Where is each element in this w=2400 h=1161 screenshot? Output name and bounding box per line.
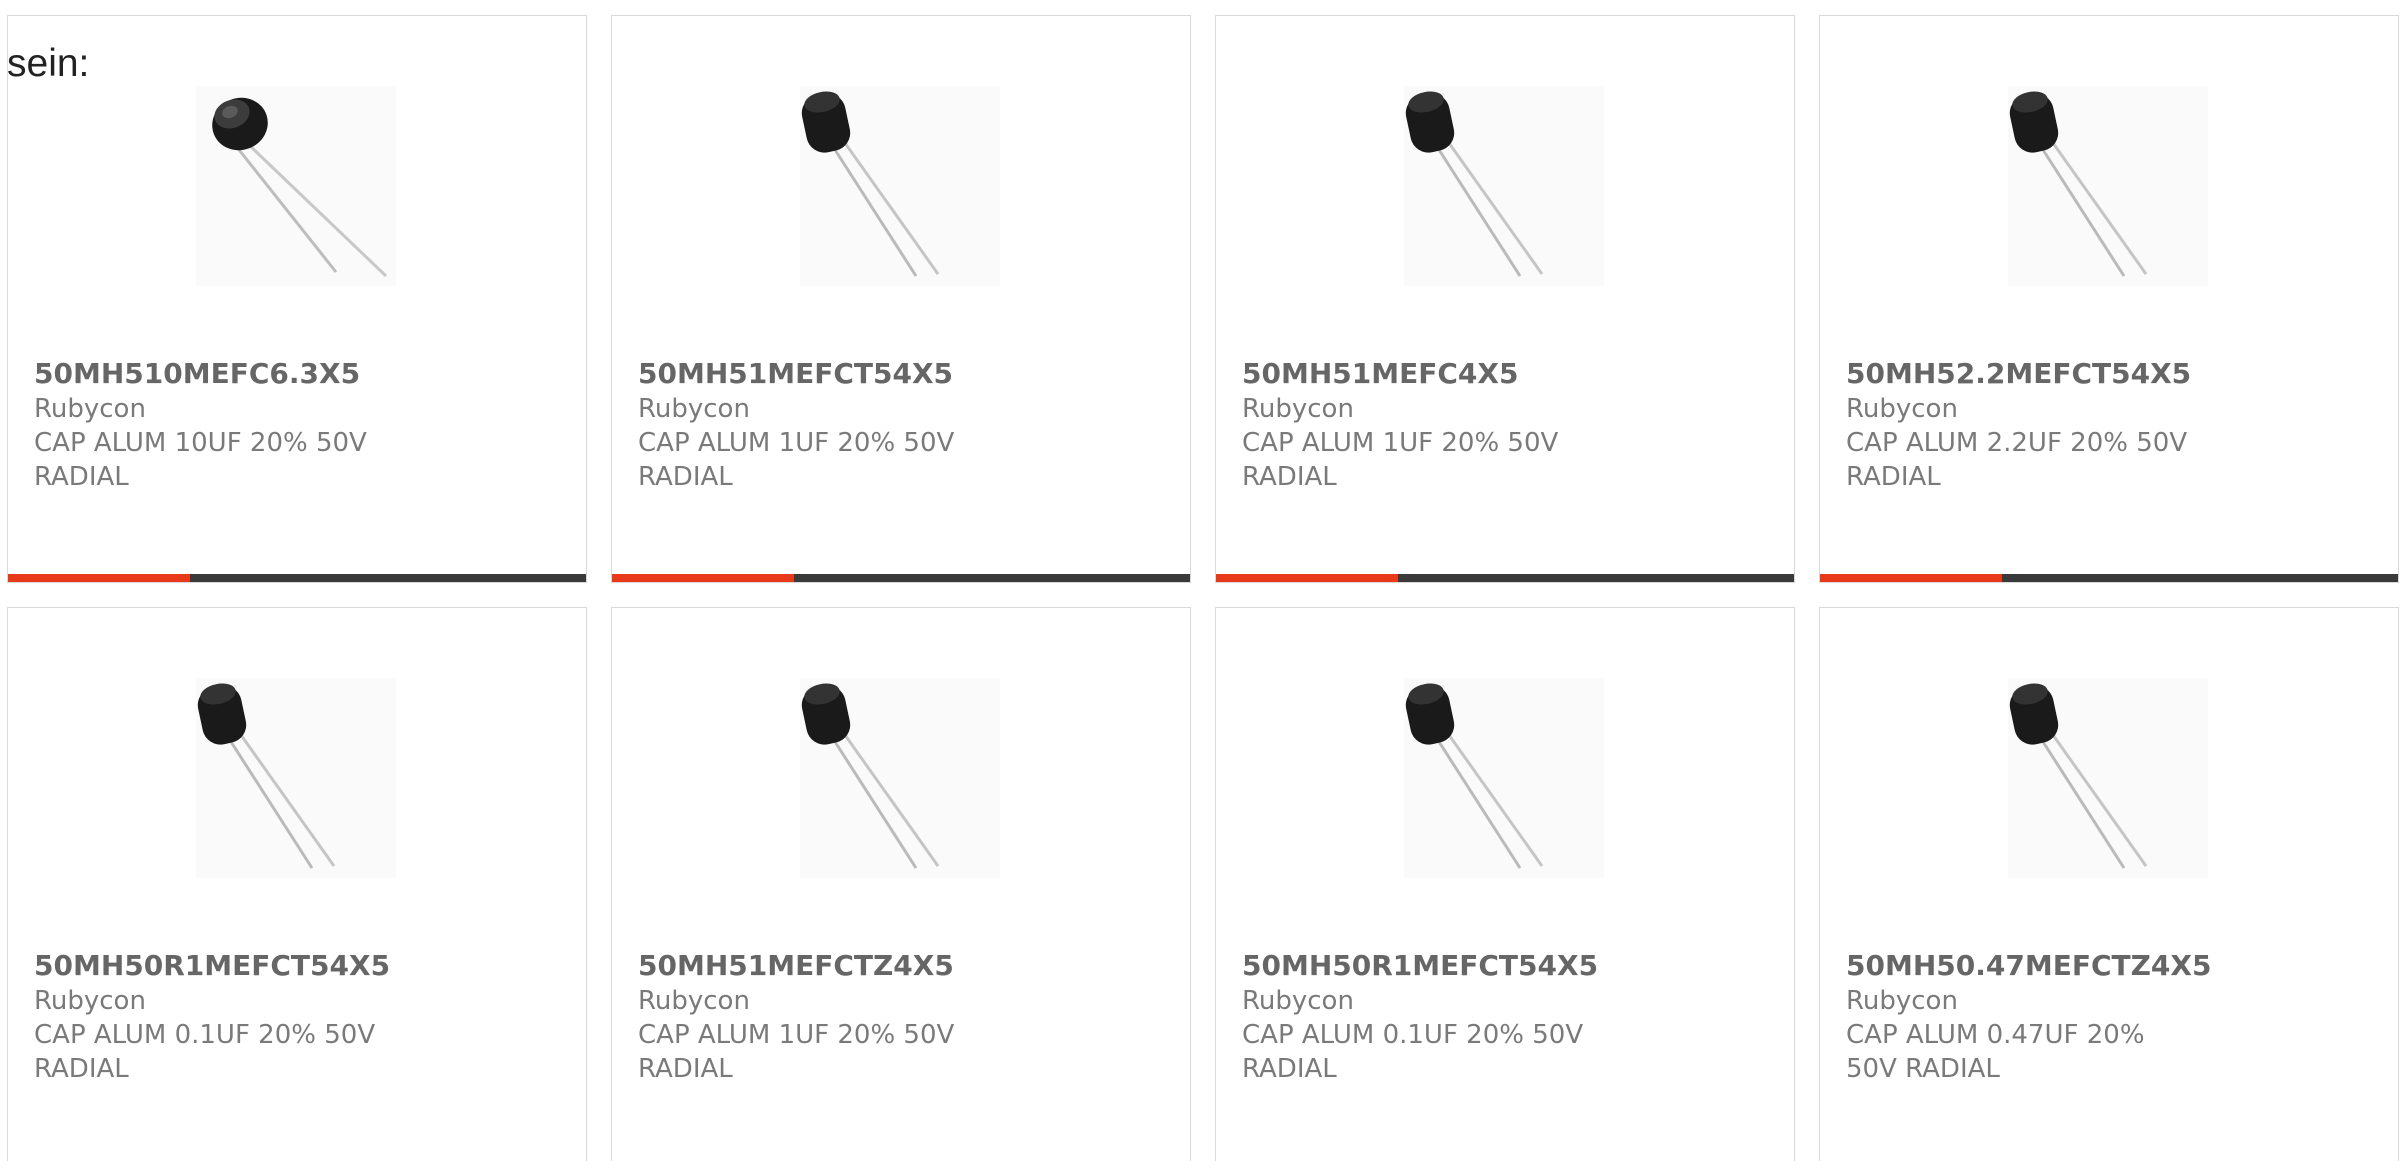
capacitor-image[interactable] [2008, 86, 2208, 286]
capacitor-icon [2009, 91, 2148, 277]
card-bar-accent [8, 574, 190, 582]
product-card[interactable]: 50MH50R1MEFCT54X5 Rubycon CAP ALUM 0.1UF… [1215, 607, 1795, 1161]
product-description: CAP ALUM 0.1UF 20% 50V RADIAL [34, 1020, 376, 1084]
product-info: 50MH50R1MEFCT54X5 Rubycon CAP ALUM 0.1UF… [34, 948, 390, 1086]
product-info: 50MH50.47MEFCTZ4X5 Rubycon CAP ALUM 0.47… [1846, 948, 2211, 1086]
card-bottom-bar [1820, 574, 2398, 582]
card-bottom-bar [8, 574, 586, 582]
card-bottom-bar [1216, 574, 1794, 582]
product-info: 50MH51MEFC4X5 Rubycon CAP ALUM 1UF 20% 5… [1242, 356, 1592, 494]
capacitor-icon [801, 91, 940, 277]
product-info: 50MH50R1MEFCT54X5 Rubycon CAP ALUM 0.1UF… [1242, 948, 1598, 1086]
card-bottom-bar [612, 574, 1190, 582]
card-bar-accent [1820, 574, 2002, 582]
capacitor-image[interactable] [196, 86, 396, 286]
product-description: CAP ALUM 0.1UF 20% 50V RADIAL [1242, 1020, 1584, 1084]
manufacturer: Rubycon [1242, 986, 1354, 1016]
product-info: 50MH52.2MEFCT54X5 Rubycon CAP ALUM 2.2UF… [1846, 356, 2196, 494]
capacitor-image[interactable] [2008, 678, 2208, 878]
part-number-link[interactable]: 50MH51MEFCTZ4X5 [638, 948, 988, 984]
product-description: CAP ALUM 1UF 20% 50V RADIAL [638, 1020, 955, 1084]
capacitor-icon [212, 97, 388, 278]
manufacturer: Rubycon [34, 394, 146, 424]
capacitor-image[interactable] [196, 678, 396, 878]
product-info: 50MH51MEFCT54X5 Rubycon CAP ALUM 1UF 20%… [638, 356, 988, 494]
manufacturer: Rubycon [34, 986, 146, 1016]
capacitor-image[interactable] [1404, 678, 1604, 878]
capacitor-image[interactable] [1404, 86, 1604, 286]
card-bar-accent [1216, 574, 1398, 582]
part-number-link[interactable]: 50MH52.2MEFCT54X5 [1846, 356, 2196, 392]
product-card[interactable]: 50MH510MEFC6.3X5 Rubycon CAP ALUM 10UF 2… [7, 15, 587, 583]
capacitor-icon [801, 683, 940, 869]
part-number-link[interactable]: 50MH50R1MEFCT54X5 [34, 948, 390, 984]
capacitor-icon [2009, 683, 2148, 869]
product-description: CAP ALUM 10UF 20% 50V RADIAL [34, 428, 367, 492]
product-info: 50MH51MEFCTZ4X5 Rubycon CAP ALUM 1UF 20%… [638, 948, 988, 1086]
product-card[interactable]: 50MH50R1MEFCT54X5 Rubycon CAP ALUM 0.1UF… [7, 607, 587, 1161]
capacitor-icon [197, 683, 336, 869]
product-card[interactable]: 50MH52.2MEFCT54X5 Rubycon CAP ALUM 2.2UF… [1819, 15, 2399, 583]
product-info: 50MH510MEFC6.3X5 Rubycon CAP ALUM 10UF 2… [34, 356, 384, 494]
product-description: CAP ALUM 1UF 20% 50V RADIAL [638, 428, 955, 492]
manufacturer: Rubycon [1242, 394, 1354, 424]
product-grid: 50MH510MEFC6.3X5 Rubycon CAP ALUM 10UF 2… [7, 15, 2399, 1161]
product-card[interactable]: 50MH50.47MEFCTZ4X5 Rubycon CAP ALUM 0.47… [1819, 607, 2399, 1161]
capacitor-image[interactable] [800, 678, 1000, 878]
manufacturer: Rubycon [638, 394, 750, 424]
product-description: CAP ALUM 1UF 20% 50V RADIAL [1242, 428, 1559, 492]
manufacturer: Rubycon [638, 986, 750, 1016]
part-number-link[interactable]: 50MH510MEFC6.3X5 [34, 356, 384, 392]
product-card[interactable]: 50MH51MEFC4X5 Rubycon CAP ALUM 1UF 20% 5… [1215, 15, 1795, 583]
part-number-link[interactable]: 50MH51MEFC4X5 [1242, 356, 1592, 392]
product-card[interactable]: 50MH51MEFCTZ4X5 Rubycon CAP ALUM 1UF 20%… [611, 607, 1191, 1161]
product-card[interactable]: 50MH51MEFCT54X5 Rubycon CAP ALUM 1UF 20%… [611, 15, 1191, 583]
product-description: CAP ALUM 0.47UF 20% 50V RADIAL [1846, 1020, 2145, 1084]
product-grid-page: sein: 50MH510MEFC6.3X5 Rubycon CAP ALUM … [0, 0, 2400, 1161]
part-number-link[interactable]: 50MH50R1MEFCT54X5 [1242, 948, 1598, 984]
capacitor-image[interactable] [800, 86, 1000, 286]
card-bar-accent [612, 574, 794, 582]
part-number-link[interactable]: 50MH51MEFCT54X5 [638, 356, 988, 392]
part-number-link[interactable]: 50MH50.47MEFCTZ4X5 [1846, 948, 2211, 984]
manufacturer: Rubycon [1846, 986, 1958, 1016]
capacitor-icon [1405, 91, 1544, 277]
product-description: CAP ALUM 2.2UF 20% 50V RADIAL [1846, 428, 2188, 492]
manufacturer: Rubycon [1846, 394, 1958, 424]
intro-text: sein: [7, 42, 90, 85]
capacitor-icon [1405, 683, 1544, 869]
